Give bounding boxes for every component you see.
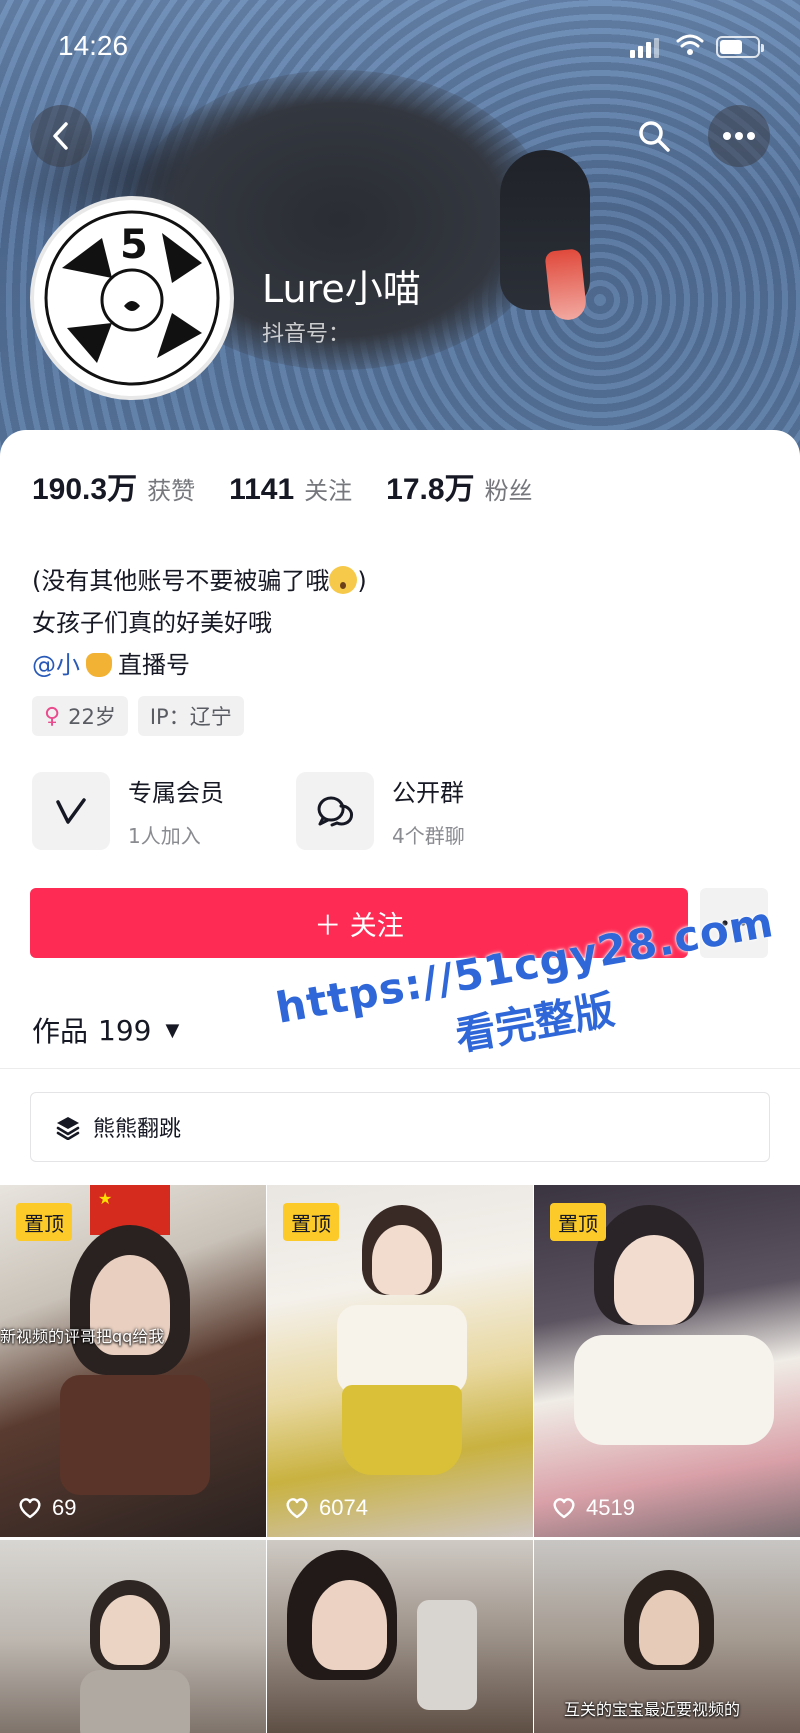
video-thumbnail[interactable] bbox=[267, 1540, 533, 1733]
heart-outline-icon bbox=[553, 1498, 575, 1519]
video-thumbnail[interactable]: 置顶 新视频的评哥把qq给我 69 bbox=[0, 1185, 266, 1537]
female-icon: ♀ bbox=[44, 703, 61, 729]
person-skirt bbox=[342, 1385, 462, 1475]
stat-likes-value: 190.3万 bbox=[32, 473, 138, 506]
video-overlay-text: 互关的宝宝最近要视频的 bbox=[564, 1700, 741, 1719]
heart-outline-icon bbox=[286, 1498, 308, 1519]
video-overlay-text: 新视频的评哥把qq给我 bbox=[0, 1327, 165, 1346]
person-top bbox=[337, 1305, 467, 1395]
collection-entry[interactable]: 熊熊翻跳 bbox=[30, 1092, 770, 1162]
pinned-badge: 置顶 bbox=[550, 1203, 606, 1241]
video-grid: 置顶 新视频的评哥把qq给我 69 置顶 6074 置顶 4519 bbox=[0, 1185, 800, 1733]
bio-mention-suffix: 直播号 bbox=[118, 651, 190, 679]
stat-following-label: 关注 bbox=[304, 477, 353, 505]
stat-following-value: 1141 bbox=[229, 473, 295, 506]
video-likes-count: 6074 bbox=[319, 1495, 368, 1520]
age-tag: ♀ 22岁 bbox=[32, 696, 128, 736]
profile-banner: 14:26 5 Lure小喵 抖音号： bbox=[0, 0, 800, 470]
avatar[interactable]: 5 bbox=[30, 196, 234, 400]
person-face bbox=[312, 1580, 387, 1670]
video-thumbnail[interactable]: 置顶 6074 bbox=[267, 1185, 533, 1537]
profile-stats: 190.3万 获赞 1141 关注 17.8万 粉丝 bbox=[32, 464, 567, 508]
hushed-face-emoji-icon bbox=[329, 566, 358, 594]
v-logo-icon bbox=[32, 772, 110, 850]
bio-line-1: (没有其他账号不要被骗了哦) bbox=[32, 560, 367, 602]
pinned-badge: 置顶 bbox=[16, 1203, 72, 1241]
collection-label: 熊熊翻跳 bbox=[93, 1117, 182, 1142]
membership-subtitle: 1人加入 bbox=[128, 824, 201, 848]
bio-line-2: 女孩子们真的好美好哦 bbox=[32, 609, 272, 637]
battery-icon bbox=[716, 36, 764, 58]
pinned-badge: 置顶 bbox=[283, 1203, 339, 1241]
banner-swan-beak bbox=[544, 248, 588, 322]
profile-features: 专属会员 1人加入 公开群 4个群聊 bbox=[32, 772, 516, 850]
ip-location-text: IP：辽宁 bbox=[149, 705, 232, 729]
phone-image bbox=[417, 1600, 477, 1710]
person-face bbox=[372, 1225, 432, 1295]
avatar-number: 5 bbox=[120, 222, 148, 268]
membership-title: 专属会员 bbox=[128, 779, 224, 807]
status-bar: 14:26 bbox=[0, 0, 800, 90]
cat-emoji-icon bbox=[86, 653, 112, 677]
public-group-entry[interactable]: 公开群 4个群聊 bbox=[296, 772, 516, 850]
heart-outline-icon bbox=[19, 1498, 41, 1519]
video-likes: 6074 bbox=[285, 1495, 368, 1521]
video-likes: 69 bbox=[18, 1495, 76, 1521]
more-options-button[interactable] bbox=[708, 105, 770, 167]
stat-following[interactable]: 1141 关注 bbox=[229, 471, 352, 507]
stat-likes-label: 获赞 bbox=[147, 477, 196, 505]
exclusive-membership-entry[interactable]: 专属会员 1人加入 bbox=[32, 772, 252, 850]
search-icon bbox=[639, 121, 670, 152]
person-top bbox=[60, 1375, 210, 1495]
search-button[interactable] bbox=[632, 114, 676, 158]
public-group-title: 公开群 bbox=[392, 779, 464, 807]
video-likes-count: 4519 bbox=[586, 1495, 635, 1520]
video-thumbnail[interactable]: 置顶 4519 bbox=[534, 1185, 800, 1537]
avatar-logo-image: 5 bbox=[44, 210, 220, 386]
more-dots-icon bbox=[723, 132, 755, 140]
works-tab-label: 作品 bbox=[32, 1015, 89, 1048]
age-tag-text: 22岁 bbox=[68, 705, 116, 729]
back-button[interactable] bbox=[30, 105, 92, 167]
video-likes-count: 69 bbox=[52, 1495, 77, 1520]
person-face bbox=[639, 1590, 699, 1665]
bio-mention-prefix[interactable]: @小 bbox=[32, 651, 80, 679]
caret-down-icon: ▼ bbox=[165, 1019, 180, 1041]
stat-followers-value: 17.8万 bbox=[386, 473, 475, 506]
person-face bbox=[100, 1595, 160, 1665]
ip-location-tag: IP：辽宁 bbox=[137, 696, 244, 736]
status-time: 14:26 bbox=[58, 30, 129, 61]
stat-followers-label: 粉丝 bbox=[484, 477, 533, 505]
bio-line-1-end: ) bbox=[357, 567, 367, 595]
video-thumbnail[interactable]: 互关的宝宝最近要视频的 bbox=[534, 1540, 800, 1733]
cellular-signal-icon bbox=[630, 38, 659, 58]
person-cardigan bbox=[574, 1335, 774, 1445]
wifi-icon bbox=[676, 34, 704, 55]
person-top bbox=[80, 1670, 190, 1733]
bio-mention[interactable]: @小 直播号 bbox=[32, 644, 367, 686]
profile-nickname: Lure小喵 bbox=[262, 267, 421, 311]
works-tab-count: 199 bbox=[98, 1013, 152, 1047]
chevron-left-icon bbox=[53, 122, 68, 150]
stat-followers[interactable]: 17.8万 粉丝 bbox=[386, 464, 532, 508]
works-tab[interactable]: 作品 199 ▼ bbox=[32, 1010, 179, 1050]
layers-icon bbox=[56, 1117, 80, 1140]
video-likes: 4519 bbox=[552, 1495, 635, 1521]
video-thumbnail[interactable] bbox=[0, 1540, 266, 1733]
account-id-label[interactable]: 抖音号： bbox=[262, 316, 350, 348]
chat-bubble-icon bbox=[296, 772, 374, 850]
person-face bbox=[614, 1235, 694, 1325]
stat-likes: 190.3万 获赞 bbox=[32, 464, 195, 508]
profile-bio: (没有其他账号不要被骗了哦) 女孩子们真的好美好哦 @小 直播号 bbox=[32, 560, 367, 686]
bio-line-1-text: (没有其他账号不要被骗了哦 bbox=[32, 567, 330, 595]
profile-tags: ♀ 22岁 IP：辽宁 bbox=[32, 696, 244, 736]
public-group-subtitle: 4个群聊 bbox=[392, 824, 465, 848]
